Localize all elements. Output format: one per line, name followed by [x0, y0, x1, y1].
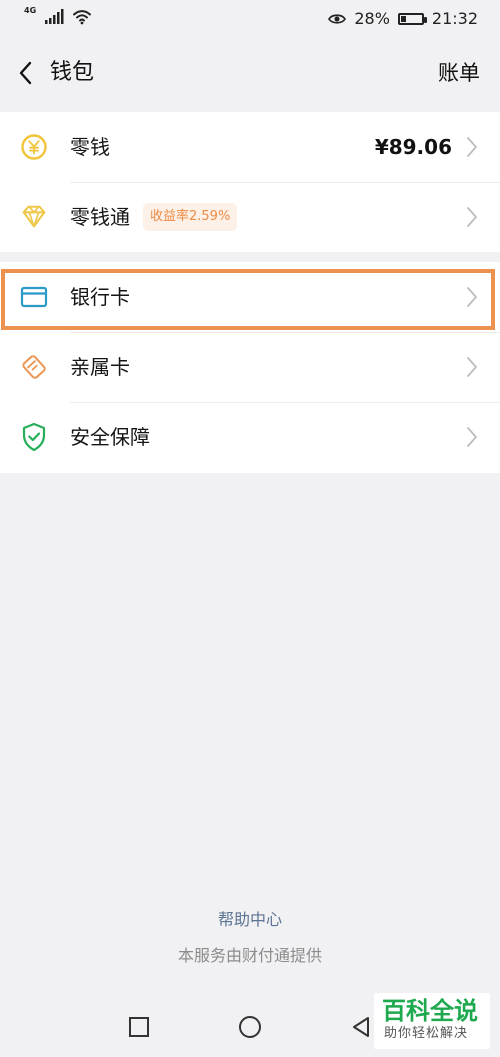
network-label: 4G: [24, 6, 37, 15]
help-center-link[interactable]: 帮助中心: [0, 906, 500, 934]
home-button[interactable]: [239, 1016, 261, 1038]
chevron-right-icon: [467, 137, 477, 157]
status-time: 21:32: [431, 9, 478, 28]
yield-badge: 收益率2.59%: [143, 203, 238, 231]
eye-icon: [328, 13, 347, 24]
family-card-row[interactable]: 亲属卡: [0, 332, 500, 402]
shield-icon: [20, 422, 48, 452]
bank-card-label: 银行卡: [70, 285, 130, 309]
security-label: 安全保障: [70, 425, 150, 449]
diamond-icon: [20, 203, 48, 231]
bank-card-row[interactable]: 银行卡: [0, 262, 500, 332]
chevron-right-icon: [467, 357, 477, 377]
coin-icon: [20, 133, 48, 161]
family-card-icon: [20, 353, 48, 381]
status-left: 4G: [24, 6, 92, 25]
signal-icon: [45, 9, 64, 24]
watermark-title: 百科全说: [382, 997, 478, 1025]
security-row[interactable]: 安全保障: [0, 402, 500, 472]
change-label: 零钱: [70, 135, 110, 159]
change-row[interactable]: 零钱 ¥89.06: [0, 112, 500, 182]
change-pass-label: 零钱通: [70, 205, 130, 229]
battery-percent: 28%: [354, 9, 390, 28]
card-icon: [20, 283, 48, 311]
bill-button[interactable]: 账单: [438, 58, 480, 88]
battery-icon: [397, 12, 427, 25]
change-pass-row[interactable]: 零钱通 收益率2.59%: [0, 182, 500, 252]
family-card-label: 亲属卡: [70, 355, 130, 379]
chevron-right-icon: [467, 427, 477, 447]
status-bar: 4G 28% 21:32: [0, 0, 500, 40]
wallet-group: 零钱 ¥89.06 零钱通 收益率2.59%: [0, 112, 500, 252]
change-balance: ¥89.06: [374, 135, 452, 159]
back-icon: [19, 61, 32, 85]
watermark: 百科全说 助你轻松解决: [374, 993, 490, 1049]
chevron-right-icon: [467, 287, 477, 307]
page-header: 钱包 账单: [0, 40, 500, 110]
battery-fill: [400, 15, 407, 22]
service-provider-text: 本服务由财付通提供: [177, 946, 322, 965]
page-title: 钱包: [50, 60, 95, 85]
status-right: 28% 21:32: [328, 9, 478, 28]
back-nav-button[interactable]: [350, 1016, 372, 1038]
services-group: 银行卡 亲属卡 安全保障: [0, 262, 500, 473]
recent-apps-button[interactable]: [129, 1017, 149, 1037]
back-button[interactable]: [14, 58, 38, 88]
wifi-icon: [73, 10, 92, 25]
chevron-right-icon: [467, 207, 477, 227]
footer-links: 帮助中心 本服务由财付通提供: [0, 906, 500, 970]
watermark-subtitle: 助你轻松解决: [384, 1026, 469, 1041]
